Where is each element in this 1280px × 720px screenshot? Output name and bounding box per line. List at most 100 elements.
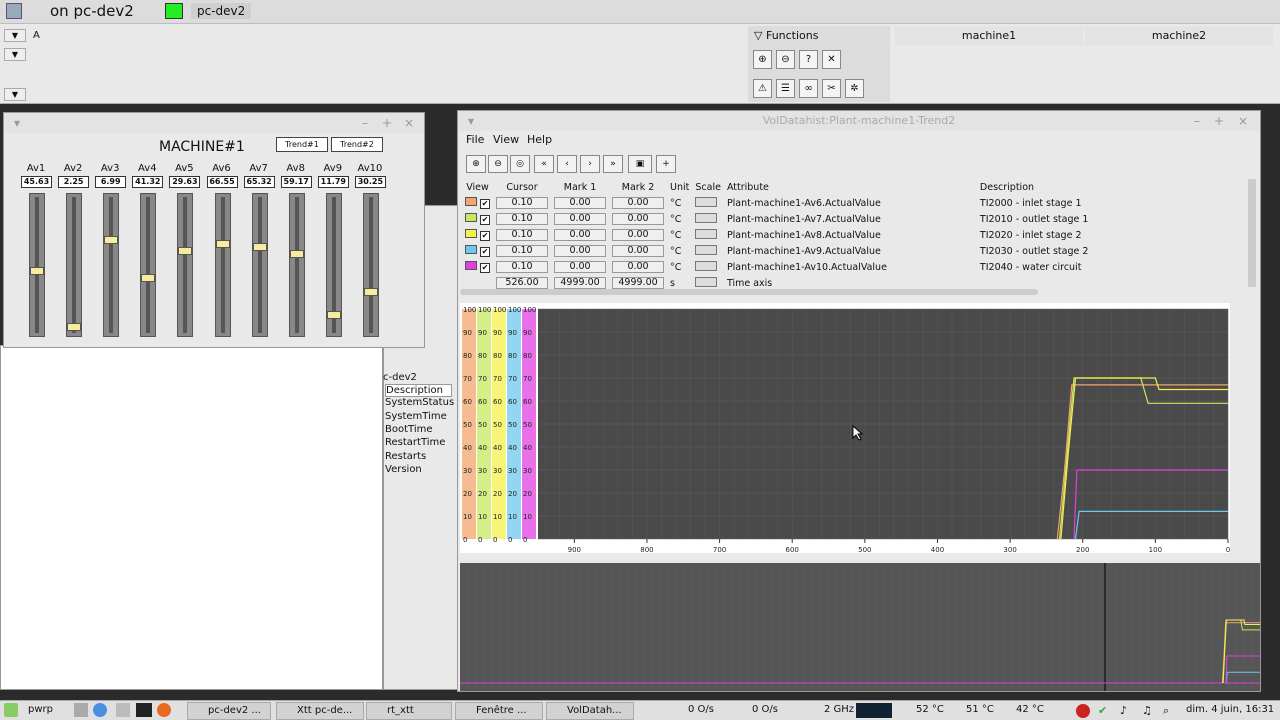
help-icon[interactable]: ? — [799, 50, 818, 69]
list-icon[interactable]: ☰ — [776, 79, 795, 98]
start-label[interactable]: pwrp — [28, 704, 53, 715]
table-row[interactable]: ✔ 0.10 0.00 0.00 °C Plant-machine1-Av6.Actual… — [462, 195, 1091, 211]
link-icon[interactable]: ∞ — [799, 79, 818, 98]
maximize-icon[interactable]: + — [1214, 111, 1224, 131]
slider-knob[interactable] — [326, 310, 341, 319]
cursor-value[interactable]: 526.00 — [496, 277, 549, 289]
slider-knob[interactable] — [104, 236, 119, 245]
view-checkbox[interactable]: ✔ — [480, 215, 491, 225]
terminal-icon[interactable] — [136, 703, 152, 717]
scroll-right-icon[interactable]: › — [580, 155, 600, 173]
scale-button[interactable] — [695, 196, 718, 207]
xtt-list-item[interactable]: Description — [385, 384, 452, 397]
view-checkbox[interactable]: ✔ — [480, 263, 491, 273]
settings-icon[interactable]: ✲ — [845, 79, 864, 98]
view-checkbox[interactable]: ✔ — [480, 231, 491, 241]
minimize-icon[interactable]: – — [1194, 111, 1200, 131]
functions-header[interactable]: ▽ Functions — [754, 29, 819, 42]
scale-button[interactable] — [695, 212, 718, 223]
zoom-in-icon[interactable]: ⊕ — [466, 155, 486, 173]
scale-button[interactable] — [695, 228, 718, 239]
cursor-value[interactable]: 0.10 — [496, 213, 549, 225]
zoom-out-icon[interactable]: ⊖ — [488, 155, 508, 173]
mark1-value[interactable]: 0.00 — [554, 213, 607, 225]
slider-knob[interactable] — [30, 267, 44, 276]
search-icon[interactable]: ⌕ — [1163, 704, 1169, 718]
xtt-list-item[interactable]: BootTime — [385, 424, 433, 435]
mark2-value[interactable]: 0.00 — [612, 229, 665, 241]
scale-button[interactable] — [695, 260, 718, 271]
check-icon[interactable]: ✔ — [1098, 704, 1107, 717]
slider-track[interactable] — [362, 193, 379, 337]
trend2-button[interactable]: Trend#2 — [331, 137, 383, 152]
slider-track[interactable] — [325, 193, 342, 337]
close-icon[interactable]: × — [1238, 111, 1248, 131]
table-row[interactable]: ✔ 0.10 0.00 0.00 °C Plant-machine1-Av10.Actua… — [462, 259, 1091, 275]
chevron-down-icon[interactable]: ▼ — [4, 48, 26, 61]
microphone-icon[interactable]: ♪ — [1120, 704, 1127, 717]
record-icon[interactable] — [1076, 704, 1090, 718]
close-icon[interactable]: × — [404, 113, 414, 133]
mark2-value[interactable]: 0.00 — [612, 245, 665, 257]
taskbar-task[interactable]: Fenêtre ... — [455, 702, 543, 720]
chevron-down-icon[interactable]: ▼ — [4, 88, 26, 101]
vertical-scrollbar[interactable] — [1248, 179, 1256, 287]
chevron-down-icon[interactable]: ▼ — [4, 29, 26, 42]
window-menu-icon[interactable]: ▾ — [468, 111, 474, 131]
mark2-value[interactable]: 0.00 — [612, 261, 665, 273]
view-checkbox[interactable]: ✔ — [480, 247, 491, 257]
slider-knob[interactable] — [141, 273, 156, 282]
xtt-list-item[interactable]: SystemStatus — [385, 397, 454, 408]
menu-view[interactable]: View — [493, 133, 519, 146]
app-icon[interactable] — [6, 3, 22, 19]
page-left-icon[interactable]: « — [534, 155, 554, 173]
menu-help[interactable]: Help — [527, 133, 552, 146]
add-icon[interactable]: + — [656, 155, 676, 173]
taskbar-task[interactable]: VolDatah... — [546, 702, 634, 720]
slider-track[interactable] — [29, 193, 45, 337]
slider-knob[interactable] — [178, 246, 193, 255]
slider-track[interactable] — [177, 193, 194, 337]
minimize-icon[interactable]: – — [362, 113, 368, 133]
tab-machine1[interactable]: machine1 — [895, 26, 1083, 46]
slider-track[interactable] — [251, 193, 268, 337]
cursor-value[interactable]: 0.10 — [496, 229, 549, 241]
table-row[interactable]: ✔ 0.10 0.00 0.00 °C Plant-machine1-Av9.Actual… — [462, 243, 1091, 259]
cursor-value[interactable]: 0.10 — [496, 245, 549, 257]
maximize-icon[interactable]: + — [382, 113, 392, 133]
slider-knob[interactable] — [215, 240, 230, 249]
browser-icon[interactable] — [93, 703, 107, 717]
table-row[interactable]: ✔ 0.10 0.00 0.00 °C Plant-machine1-Av7.Actual… — [462, 211, 1091, 227]
snapshot-icon[interactable]: ▣ — [628, 155, 652, 173]
slider-knob[interactable] — [252, 242, 267, 251]
alarm-icon[interactable]: ⚠ — [753, 79, 772, 98]
window-menu-icon[interactable]: ▾ — [14, 113, 20, 133]
xtt-list-item[interactable]: Restarts — [385, 451, 426, 462]
cursor-value[interactable]: 0.10 — [496, 197, 549, 209]
start-menu-icon[interactable] — [4, 703, 18, 717]
calculator-icon[interactable] — [116, 703, 130, 717]
scroll-left-icon[interactable]: ‹ — [557, 155, 577, 173]
tools-icon[interactable]: ✂ — [822, 79, 841, 98]
volume-icon[interactable]: ♫ — [1142, 704, 1152, 717]
page-right-icon[interactable]: » — [603, 155, 623, 173]
navigator-chart[interactable] — [460, 563, 1260, 691]
table-row[interactable]: ✔ 0.10 0.00 0.00 °C Plant-machine1-Av8.Actual… — [462, 227, 1091, 243]
scale-button[interactable] — [695, 276, 718, 287]
mark2-value[interactable]: 0.00 — [612, 213, 665, 225]
trend1-button[interactable]: Trend#1 — [276, 137, 328, 152]
horizontal-scrollbar[interactable] — [460, 289, 1038, 295]
menu-file[interactable]: File — [466, 133, 484, 146]
taskbar-task[interactable]: Xtt pc-de... — [276, 702, 364, 720]
mark1-value[interactable]: 4999.00 — [554, 277, 607, 289]
mark1-value[interactable]: 0.00 — [554, 245, 607, 257]
trend-chart[interactable]: 0102030405060708090100010203040506070809… — [460, 303, 1230, 553]
file-manager-icon[interactable] — [74, 703, 88, 717]
slider-knob[interactable] — [289, 250, 304, 259]
zoom-reset-icon[interactable]: ◎ — [510, 155, 530, 173]
slider-track[interactable] — [140, 193, 157, 337]
slider-track[interactable] — [66, 193, 83, 337]
xtt-list-item[interactable]: RestartTime — [385, 437, 445, 448]
xtt-list-item[interactable]: SystemTime — [385, 411, 447, 422]
slider-track[interactable] — [288, 193, 305, 337]
